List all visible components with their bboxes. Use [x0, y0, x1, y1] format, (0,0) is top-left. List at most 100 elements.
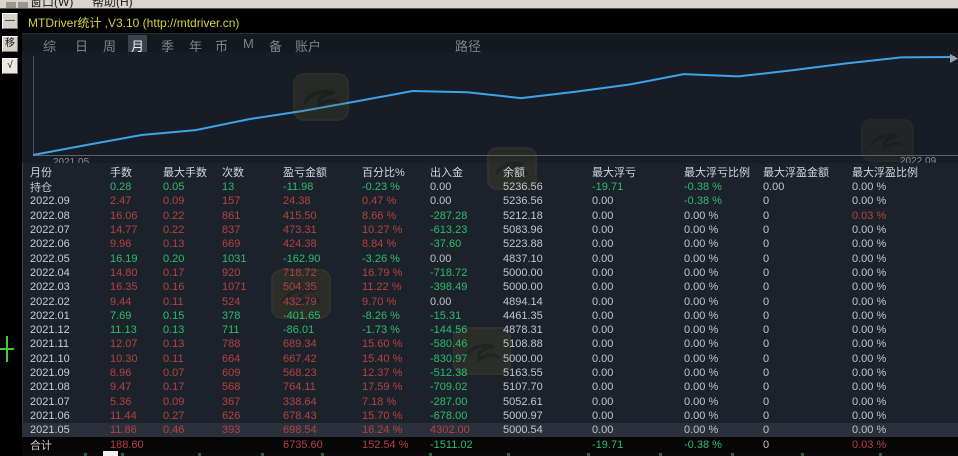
row-label: 2021.08 [22, 381, 110, 393]
column-header: 出入金 [430, 164, 503, 180]
table-row[interactable]: 2022.069.960.13669424.388.84 %-37.605223… [22, 237, 958, 251]
column-header: 手数 [110, 164, 163, 180]
table-cell: 0 [763, 324, 852, 336]
table-row[interactable]: 2022.0316.350.161071504.3511.22 %-398.49… [22, 280, 958, 294]
table-row[interactable]: 2021.098.960.07609568.2312.37 %-512.3851… [22, 366, 958, 380]
column-header: 最大浮盈比例 [852, 164, 958, 180]
table-row[interactable]: 2022.0414.800.17920718.7216.79 %-718.725… [22, 266, 958, 280]
table-cell: 5107.70 [503, 381, 592, 393]
row-label: 月份 [22, 164, 110, 180]
table-cell: 0.00 [592, 210, 684, 222]
table-row[interactable]: 2022.0816.060.22861415.508.66 %-287.2852… [22, 209, 958, 223]
tab-M[interactable]: M [240, 35, 257, 52]
table-cell: 0.00 [592, 296, 684, 308]
table-row[interactable]: 持仓0.280.0513-11.98-0.23 %0.005236.56-19.… [22, 180, 958, 194]
table-cell: 698.54 [283, 424, 362, 436]
table-cell: 0.00 [592, 424, 684, 436]
table-cell: 12.07 [110, 338, 163, 350]
table-cell: 11.22 % [362, 281, 430, 293]
minimize-button[interactable]: — [2, 13, 18, 29]
column-header: 余额 [503, 164, 592, 180]
table-cell: -162.90 [283, 253, 362, 265]
table-row[interactable]: 2022.0714.770.22837473.3110.27 %-613.235… [22, 223, 958, 237]
table-cell: -8.26 % [362, 310, 430, 322]
table-cell: 0.00 % [852, 224, 958, 236]
table-cell: -512.38 [430, 367, 503, 379]
table-cell: 0.00 [592, 238, 684, 250]
check-button[interactable]: √ [2, 58, 18, 74]
table-cell: 0.00 % [684, 410, 763, 422]
menu-item-help[interactable]: 帮助(H) [92, 0, 133, 9]
table-cell: 0 [763, 296, 852, 308]
table-cell: 5212.18 [503, 210, 592, 222]
table-cell: 7.69 [110, 310, 163, 322]
table-cell: -287.00 [430, 396, 503, 408]
table-cell: -287.28 [430, 210, 503, 222]
table-cell: 609 [222, 367, 283, 379]
table-cell: 0.00 % [852, 381, 958, 393]
x-axis-end-label: 2022.09 [900, 156, 937, 163]
table-cell: 24.38 [283, 195, 362, 207]
table-row[interactable]: 2022.029.440.11524432.799.70 %0.004894.1… [22, 294, 958, 308]
table-cell: 0.00 [592, 281, 684, 293]
table-cell: 0.00 % [852, 181, 958, 193]
table-cell: 0.05 [163, 181, 222, 193]
table-cell: 718.72 [283, 267, 362, 279]
table-cell: 764.11 [283, 381, 362, 393]
row-label: 2022.03 [22, 281, 110, 293]
table-cell: 338.64 [283, 396, 362, 408]
menu-item-window[interactable]: 窗口(W) [30, 0, 73, 9]
table-cell: 0.00 [430, 181, 503, 193]
view-toolbar: 路径 综日周月季年币M备账户 [22, 33, 958, 53]
table-cell: 0.07 [163, 367, 222, 379]
table-cell: 0.28 [110, 181, 163, 193]
table-cell: 0.47 % [362, 195, 430, 207]
table-cell: 378 [222, 310, 283, 322]
table-cell: 424.38 [283, 238, 362, 250]
equity-chart: 2021.05 2022.09 [22, 52, 958, 163]
table-cell: 0.00 % [684, 324, 763, 336]
table-cell: 7.18 % [362, 396, 430, 408]
table-row[interactable]: 2021.075.360.09367338.647.18 %-287.00505… [22, 394, 958, 408]
table-row[interactable]: 2022.017.690.15378-401.65-8.26 %-15.3144… [22, 309, 958, 323]
table-cell: 0.00 % [684, 224, 763, 236]
table-row[interactable]: 2021.1211.130.13711-86.01-1.73 %-144.564… [22, 323, 958, 337]
table-cell: -144.56 [430, 324, 503, 336]
table-cell: 0.00 [430, 253, 503, 265]
table-cell: 5000.00 [503, 353, 592, 365]
row-label: 2021.09 [22, 367, 110, 379]
table-cell: 9.47 [110, 381, 163, 393]
table-row[interactable]: 2021.1010.300.11664667.4215.40 %-830.975… [22, 352, 958, 366]
table-row[interactable]: 2022.092.470.0915724.380.47 %0.005236.56… [22, 194, 958, 208]
table-cell: 0.13 [163, 238, 222, 250]
table-cell: 0.00 [592, 381, 684, 393]
table-header-row: 月份手数最大手数次数盈亏金额百分比%出入金余额最大浮亏最大浮亏比例最大浮盈金额最… [22, 164, 958, 180]
table-row[interactable]: 2021.0611.440.27626678.4315.70 %-678.005… [22, 409, 958, 423]
table-cell: 1031 [222, 253, 283, 265]
table-cell: 0 [763, 381, 852, 393]
table-cell: 16.79 % [362, 267, 430, 279]
table-cell: 0.17 [163, 381, 222, 393]
table-cell: -718.72 [430, 267, 503, 279]
move-button[interactable]: 移 [2, 36, 18, 52]
table-cell: 0.03 % [852, 210, 958, 222]
table-cell: 0 [763, 439, 852, 451]
menubar-icon [6, 2, 16, 8]
table-row[interactable]: 2021.1112.070.13788689.3415.60 %-580.465… [22, 337, 958, 351]
statistics-table: 月份手数最大手数次数盈亏金额百分比%出入金余额最大浮亏最大浮亏比例最大浮盈金额最… [22, 164, 958, 452]
table-cell: 0.00 [592, 267, 684, 279]
table-cell: 0.00 % [852, 296, 958, 308]
table-row[interactable]: 2022.0516.190.201031-162.90-3.26 %0.0048… [22, 251, 958, 265]
bottom-scroll-thumb[interactable] [103, 451, 118, 456]
table-cell: 2.47 [110, 195, 163, 207]
table-row[interactable]: 2021.0511.860.46393698.5416.24 %4302.005… [22, 423, 958, 437]
table-cell: -0.38 % [684, 181, 763, 193]
table-cell: 0.00 [592, 224, 684, 236]
table-row[interactable]: 2021.089.470.17568764.1117.59 %-709.0251… [22, 380, 958, 394]
table-cell: 9.44 [110, 296, 163, 308]
table-cell: -678.00 [430, 410, 503, 422]
table-cell: 0.00 % [684, 267, 763, 279]
table-cell: 0 [763, 338, 852, 350]
table-cell: -401.65 [283, 310, 362, 322]
table-cell: 14.80 [110, 267, 163, 279]
